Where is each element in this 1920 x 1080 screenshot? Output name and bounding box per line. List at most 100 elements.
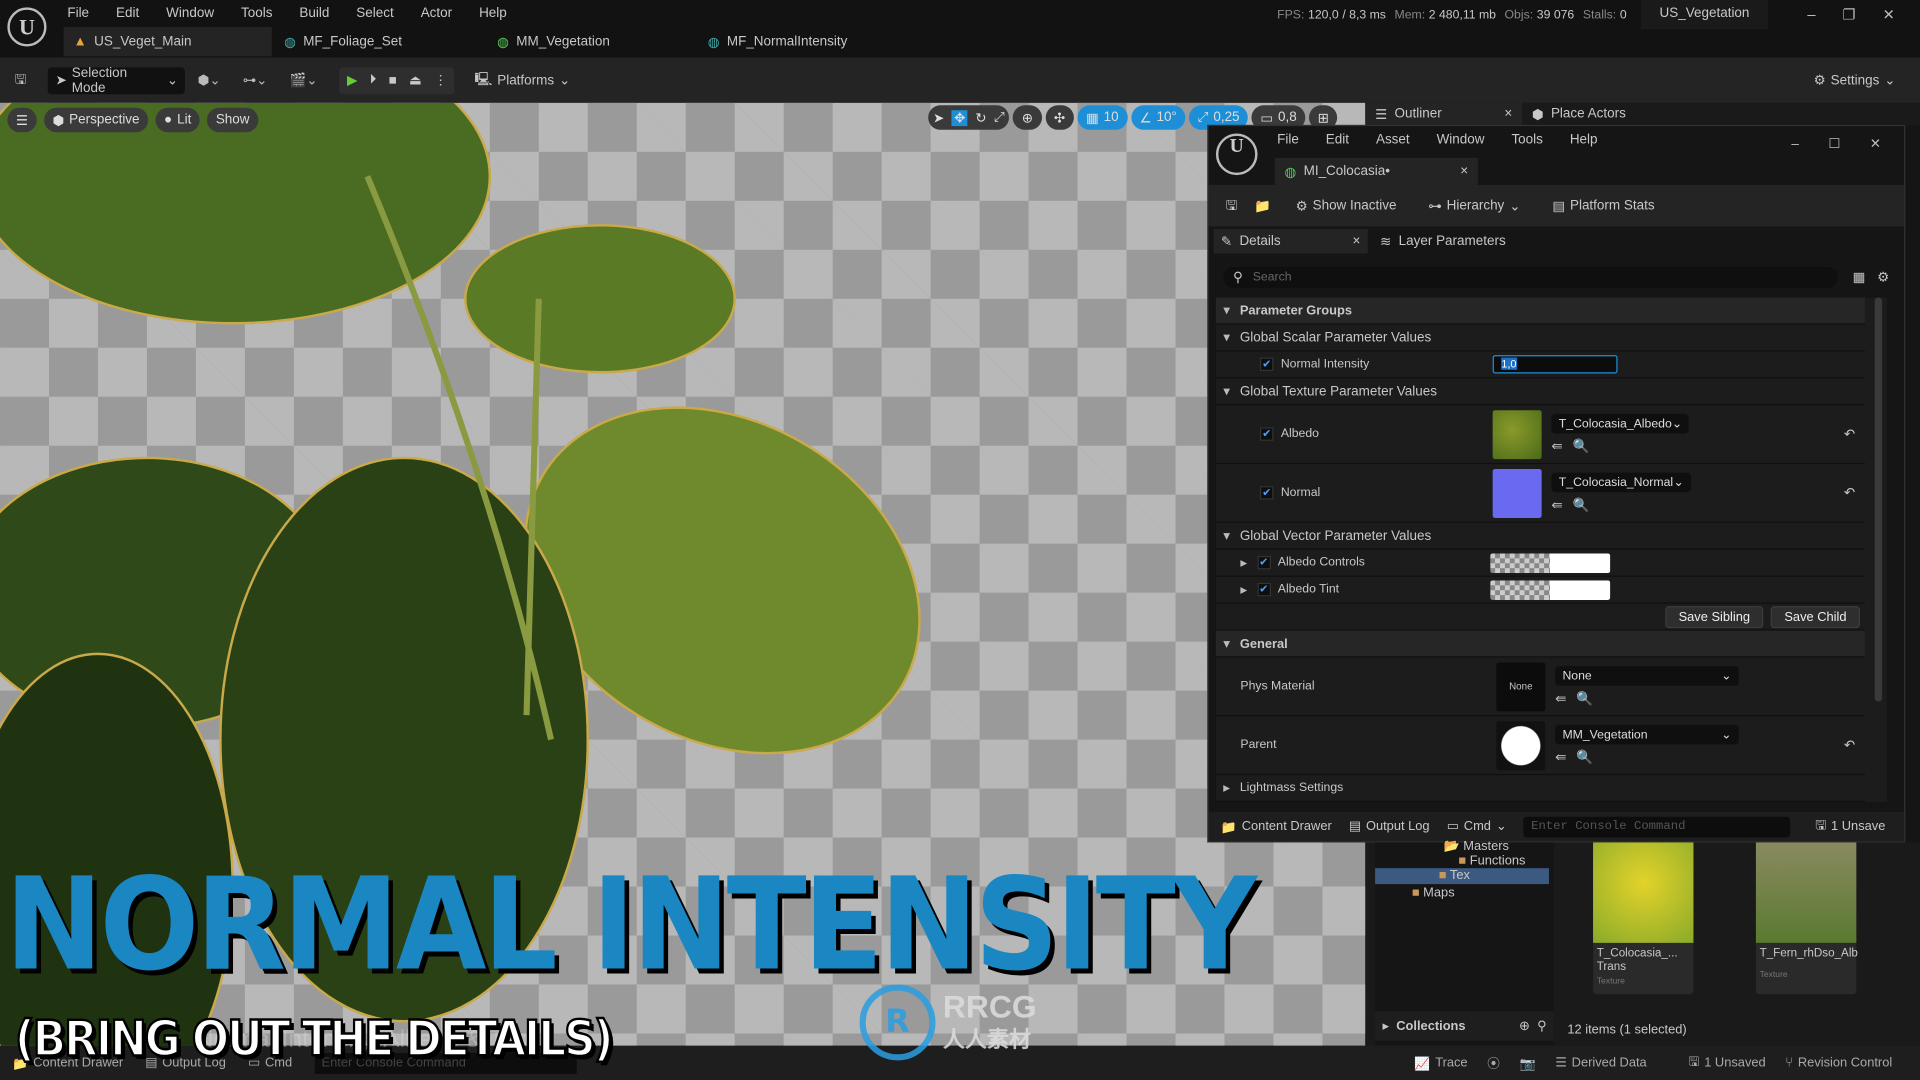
step-icon[interactable]: ⏵ (370, 72, 377, 88)
table-view-icon[interactable]: ▦ (1853, 269, 1866, 286)
save-icon[interactable]: 🖫 (15, 69, 26, 92)
close-icon[interactable]: ✕ (1883, 6, 1895, 23)
albedo-texture-dropdown[interactable]: T_Colocasia_Albedo ⌄ (1551, 413, 1689, 434)
use-selected-icon[interactable]: ⇚ (1551, 440, 1562, 455)
albedo-thumbnail[interactable] (1492, 409, 1542, 459)
mi-menu-file[interactable]: File (1277, 132, 1299, 147)
settings-button[interactable]: ⚙ Settings ⌄ (1806, 67, 1903, 94)
scale-icon[interactable]: ⤢ (994, 110, 1005, 126)
use-selected-icon[interactable]: ⇚ (1555, 751, 1566, 766)
add-actor-icon[interactable]: ⬢⌄ (198, 72, 221, 88)
mi-menu-window[interactable]: Window (1437, 132, 1485, 147)
asset-tile[interactable]: T_Fern_rhDso_Alb Texture (1755, 842, 1858, 995)
tab-mf-foliage-set[interactable]: ◍ MF_Foliage_Set (284, 27, 402, 56)
surface-snap-icon[interactable]: ✣ (1045, 105, 1074, 130)
cmd-button[interactable]: ▭ Cmd ⌄ (1447, 819, 1507, 834)
tab-mf-normalintensity[interactable]: ◍ MF_NormalIntensity (708, 27, 848, 56)
parent-dropdown[interactable]: MM_Vegetation ⌄ (1555, 724, 1739, 745)
blueprint-icon[interactable]: ⊶⌄ (243, 72, 268, 88)
parent-thumbnail[interactable] (1496, 720, 1546, 770)
close-icon[interactable]: × (1353, 234, 1361, 249)
platforms-button[interactable]: 🖳 Platforms ⌄ (467, 67, 578, 94)
color-swatch[interactable] (1489, 579, 1610, 600)
stop-icon[interactable]: ■ (389, 73, 397, 88)
gear-icon[interactable]: ⚙ (1877, 269, 1889, 286)
angle-snap-button[interactable]: ∠ 10° (1130, 105, 1186, 130)
select-icon[interactable]: ➤ (933, 110, 944, 126)
tab-mi-colocasia[interactable]: ◍ MI_Colocasia• × (1274, 157, 1478, 185)
browse-asset-icon[interactable]: 🔍 (1576, 692, 1593, 707)
reset-icon[interactable]: ↶ (1844, 737, 1855, 753)
revision-control-button[interactable]: ⑂ Revision Control (1785, 1056, 1892, 1071)
tab-place-actors[interactable]: ⬢ Place Actors (1522, 106, 1636, 122)
phys-thumbnail[interactable]: None (1496, 661, 1546, 711)
tab-layer-parameters[interactable]: ≋ Layer Parameters (1368, 233, 1518, 249)
mi-menu-tools[interactable]: Tools (1511, 132, 1542, 147)
menu-build[interactable]: Build (299, 6, 329, 21)
checkbox[interactable]: ✔ (1256, 555, 1271, 570)
browse-asset-icon[interactable]: 🔍 (1576, 751, 1593, 766)
menu-select[interactable]: Select (356, 6, 393, 21)
menu-edit[interactable]: Edit (116, 6, 139, 21)
rotate-icon[interactable]: ↻ (975, 110, 986, 126)
derived-data-button[interactable]: ☰ Derived Data (1555, 1056, 1646, 1071)
mi-menu-help[interactable]: Help (1570, 132, 1598, 147)
browse-icon[interactable]: 📁 (1254, 198, 1271, 214)
lit-button[interactable]: ● Lit (155, 107, 200, 133)
category-vector[interactable]: ▾ Global Vector Parameter Values (1215, 523, 1865, 550)
folder-masters[interactable]: 📂 Masters (1444, 838, 1509, 854)
move-icon[interactable]: ✥ (951, 109, 968, 126)
tab-us-veget-main[interactable]: ▲ US_Veget_Main (63, 26, 272, 57)
unreal-logo-icon[interactable]: U (7, 7, 47, 47)
output-log-button[interactable]: ▤ Output Log (1349, 819, 1430, 834)
unsaved-button[interactable]: 🖫 1 Unsave (1815, 816, 1885, 838)
minimize-icon[interactable]: – (1791, 137, 1799, 152)
show-button[interactable]: Show (207, 107, 259, 133)
add-icon[interactable]: ⊕ (1519, 1019, 1530, 1034)
close-icon[interactable]: ✕ (1870, 136, 1881, 152)
menu-tools[interactable]: Tools (241, 6, 272, 21)
mi-menu-asset[interactable]: Asset (1376, 132, 1410, 147)
show-inactive-button[interactable]: ⚙ Show Inactive (1288, 192, 1404, 219)
folder-tex[interactable]: ■ Tex (1375, 868, 1549, 885)
play-icon[interactable]: ▶ (347, 72, 357, 88)
category-scalar[interactable]: ▾ Global Scalar Parameter Values (1215, 324, 1865, 352)
browse-asset-icon[interactable]: 🔍 (1573, 498, 1590, 513)
minimize-icon[interactable]: – (1807, 6, 1815, 23)
maximize-icon[interactable]: ☐ (1828, 136, 1840, 152)
category-texture[interactable]: ▾ Global Texture Parameter Values (1215, 378, 1865, 406)
close-icon[interactable]: × (1504, 107, 1512, 122)
expand-icon[interactable]: ▸ (1240, 582, 1247, 598)
mi-menu-edit[interactable]: Edit (1326, 132, 1349, 147)
search-input[interactable]: ⚲ Search (1223, 266, 1838, 288)
checkbox[interactable]: ✔ (1260, 486, 1274, 500)
normal-intensity-input[interactable]: 1,0 (1492, 355, 1618, 374)
unsaved-button[interactable]: 🖫 1 Unsaved (1688, 1052, 1765, 1074)
color-swatch[interactable] (1489, 552, 1610, 573)
screenshot-icon[interactable]: 📷 (1520, 1055, 1536, 1071)
search-icon[interactable]: ⚲ (1537, 1019, 1546, 1034)
reset-icon[interactable]: ↶ (1844, 485, 1855, 501)
asset-tile[interactable]: T_Colocasia_... Trans Texture (1593, 842, 1694, 995)
use-selected-icon[interactable]: ⇚ (1555, 692, 1566, 707)
menu-file[interactable]: File (67, 6, 89, 21)
menu-window[interactable]: Window (166, 6, 214, 21)
close-icon[interactable]: × (1460, 164, 1468, 179)
world-local-icon[interactable]: ⊕ (1013, 105, 1042, 130)
normal-texture-dropdown[interactable]: T_Colocasia_Normal ⌄ (1551, 472, 1692, 493)
category-lightmass[interactable]: ▸ Lightmass Settings (1215, 775, 1865, 803)
maximize-icon[interactable]: ❐ (1842, 6, 1855, 23)
category-general[interactable]: ▾ General (1215, 630, 1865, 658)
cinematics-icon[interactable]: 🎬⌄ (289, 72, 317, 88)
platform-stats-button[interactable]: ▤ Platform Stats (1545, 192, 1662, 219)
console-input[interactable]: Enter Console Command (1523, 816, 1791, 837)
save-icon[interactable]: 🖫 (1226, 194, 1237, 217)
more-icon[interactable]: ⋮ (434, 72, 447, 88)
normal-thumbnail[interactable] (1492, 468, 1542, 518)
save-child-button[interactable]: Save Child (1770, 605, 1861, 628)
grid-snap-button[interactable]: ▦ 10 (1077, 105, 1128, 130)
menu-actor[interactable]: Actor (421, 6, 452, 21)
folder-maps[interactable]: ■ Maps (1412, 885, 1455, 900)
checkbox[interactable]: ✔ (1260, 357, 1274, 372)
folder-functions[interactable]: ■ Functions (1458, 853, 1525, 868)
